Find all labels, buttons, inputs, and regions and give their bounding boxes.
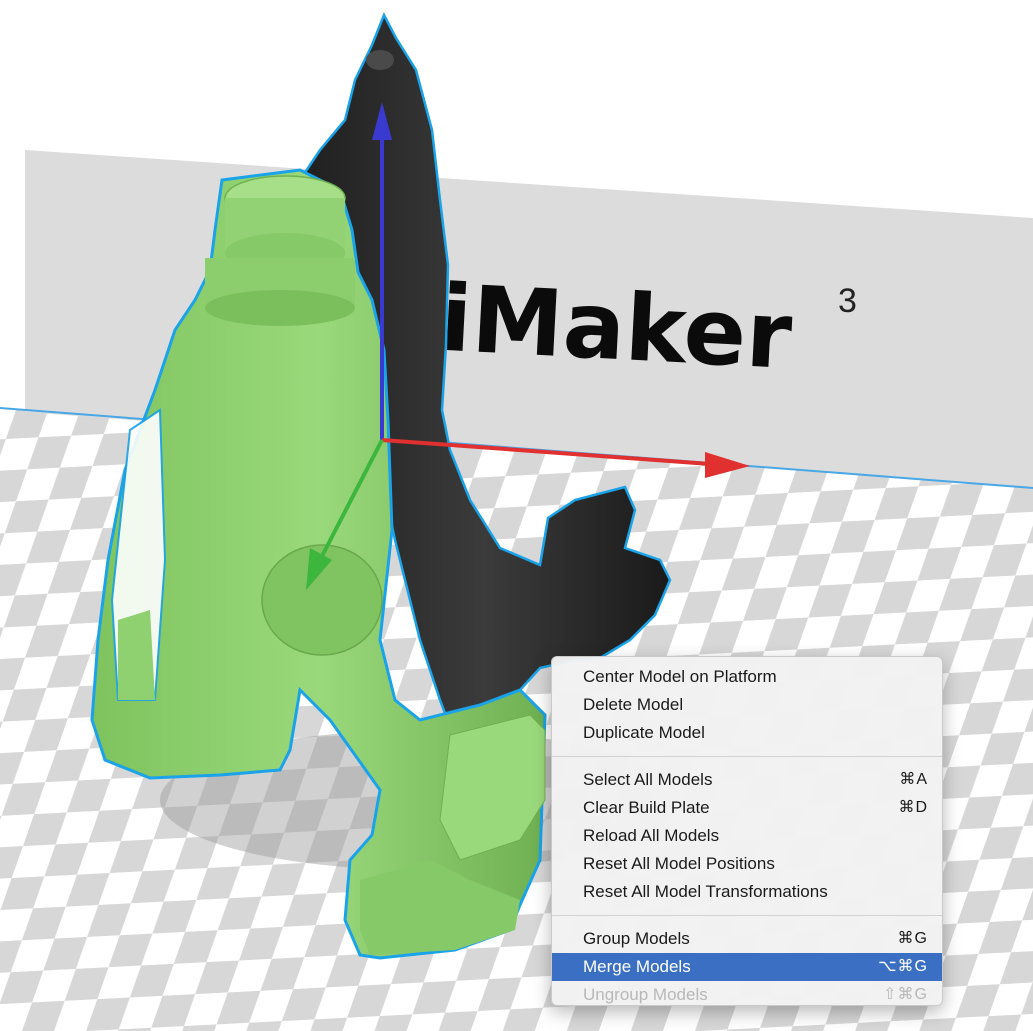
menu-item-shortcut: ⌘A <box>899 771 928 788</box>
menu-separator <box>552 915 942 916</box>
menu-item-label: Ungroup Models <box>583 985 708 1004</box>
menu-item-ungroup-models: Ungroup Models ⇧⌘G <box>552 981 942 1009</box>
menu-item-label: Reset All Model Positions <box>583 854 775 873</box>
3d-viewport[interactable]: iMaker 3 Center Model on Platform Delete… <box>0 0 1033 1031</box>
menu-item-shortcut: ⌘D <box>898 799 928 816</box>
menu-item-delete-model[interactable]: Delete Model <box>552 691 942 719</box>
menu-item-duplicate-model[interactable]: Duplicate Model <box>552 719 942 747</box>
menu-item-label: Select All Models <box>583 770 713 789</box>
menu-item-shortcut: ⇧⌘G <box>883 986 928 1003</box>
menu-item-label: Delete Model <box>583 695 684 714</box>
menu-item-merge-models[interactable]: Merge Models ⌥⌘G <box>552 953 942 981</box>
menu-item-label: Clear Build Plate <box>583 798 710 817</box>
menu-separator <box>552 756 942 757</box>
menu-item-label: Group Models <box>583 929 690 948</box>
menu-item-reset-positions[interactable]: Reset All Model Positions <box>552 850 942 878</box>
menu-item-label: Reload All Models <box>583 826 720 845</box>
menu-item-reset-transformations[interactable]: Reset All Model Transformations <box>552 878 942 906</box>
brand-text: iMaker <box>438 265 795 390</box>
context-menu: Center Model on Platform Delete Model Du… <box>551 656 943 1006</box>
menu-item-group-models[interactable]: Group Models ⌘G <box>552 925 942 953</box>
menu-item-shortcut: ⌥⌘G <box>878 958 928 975</box>
menu-item-clear-build-plate[interactable]: Clear Build Plate ⌘D <box>552 794 942 822</box>
menu-item-shortcut: ⌘G <box>897 930 928 947</box>
brand-superscript: 3 <box>838 282 857 320</box>
menu-item-select-all[interactable]: Select All Models ⌘A <box>552 766 942 794</box>
menu-item-center-model[interactable]: Center Model on Platform <box>552 663 942 691</box>
menu-item-label: Center Model on Platform <box>583 667 777 686</box>
menu-item-label: Duplicate Model <box>583 723 705 742</box>
menu-item-reload-all[interactable]: Reload All Models <box>552 822 942 850</box>
menu-item-label: Reset All Model Transformations <box>583 882 828 901</box>
menu-item-label: Merge Models <box>583 957 691 976</box>
